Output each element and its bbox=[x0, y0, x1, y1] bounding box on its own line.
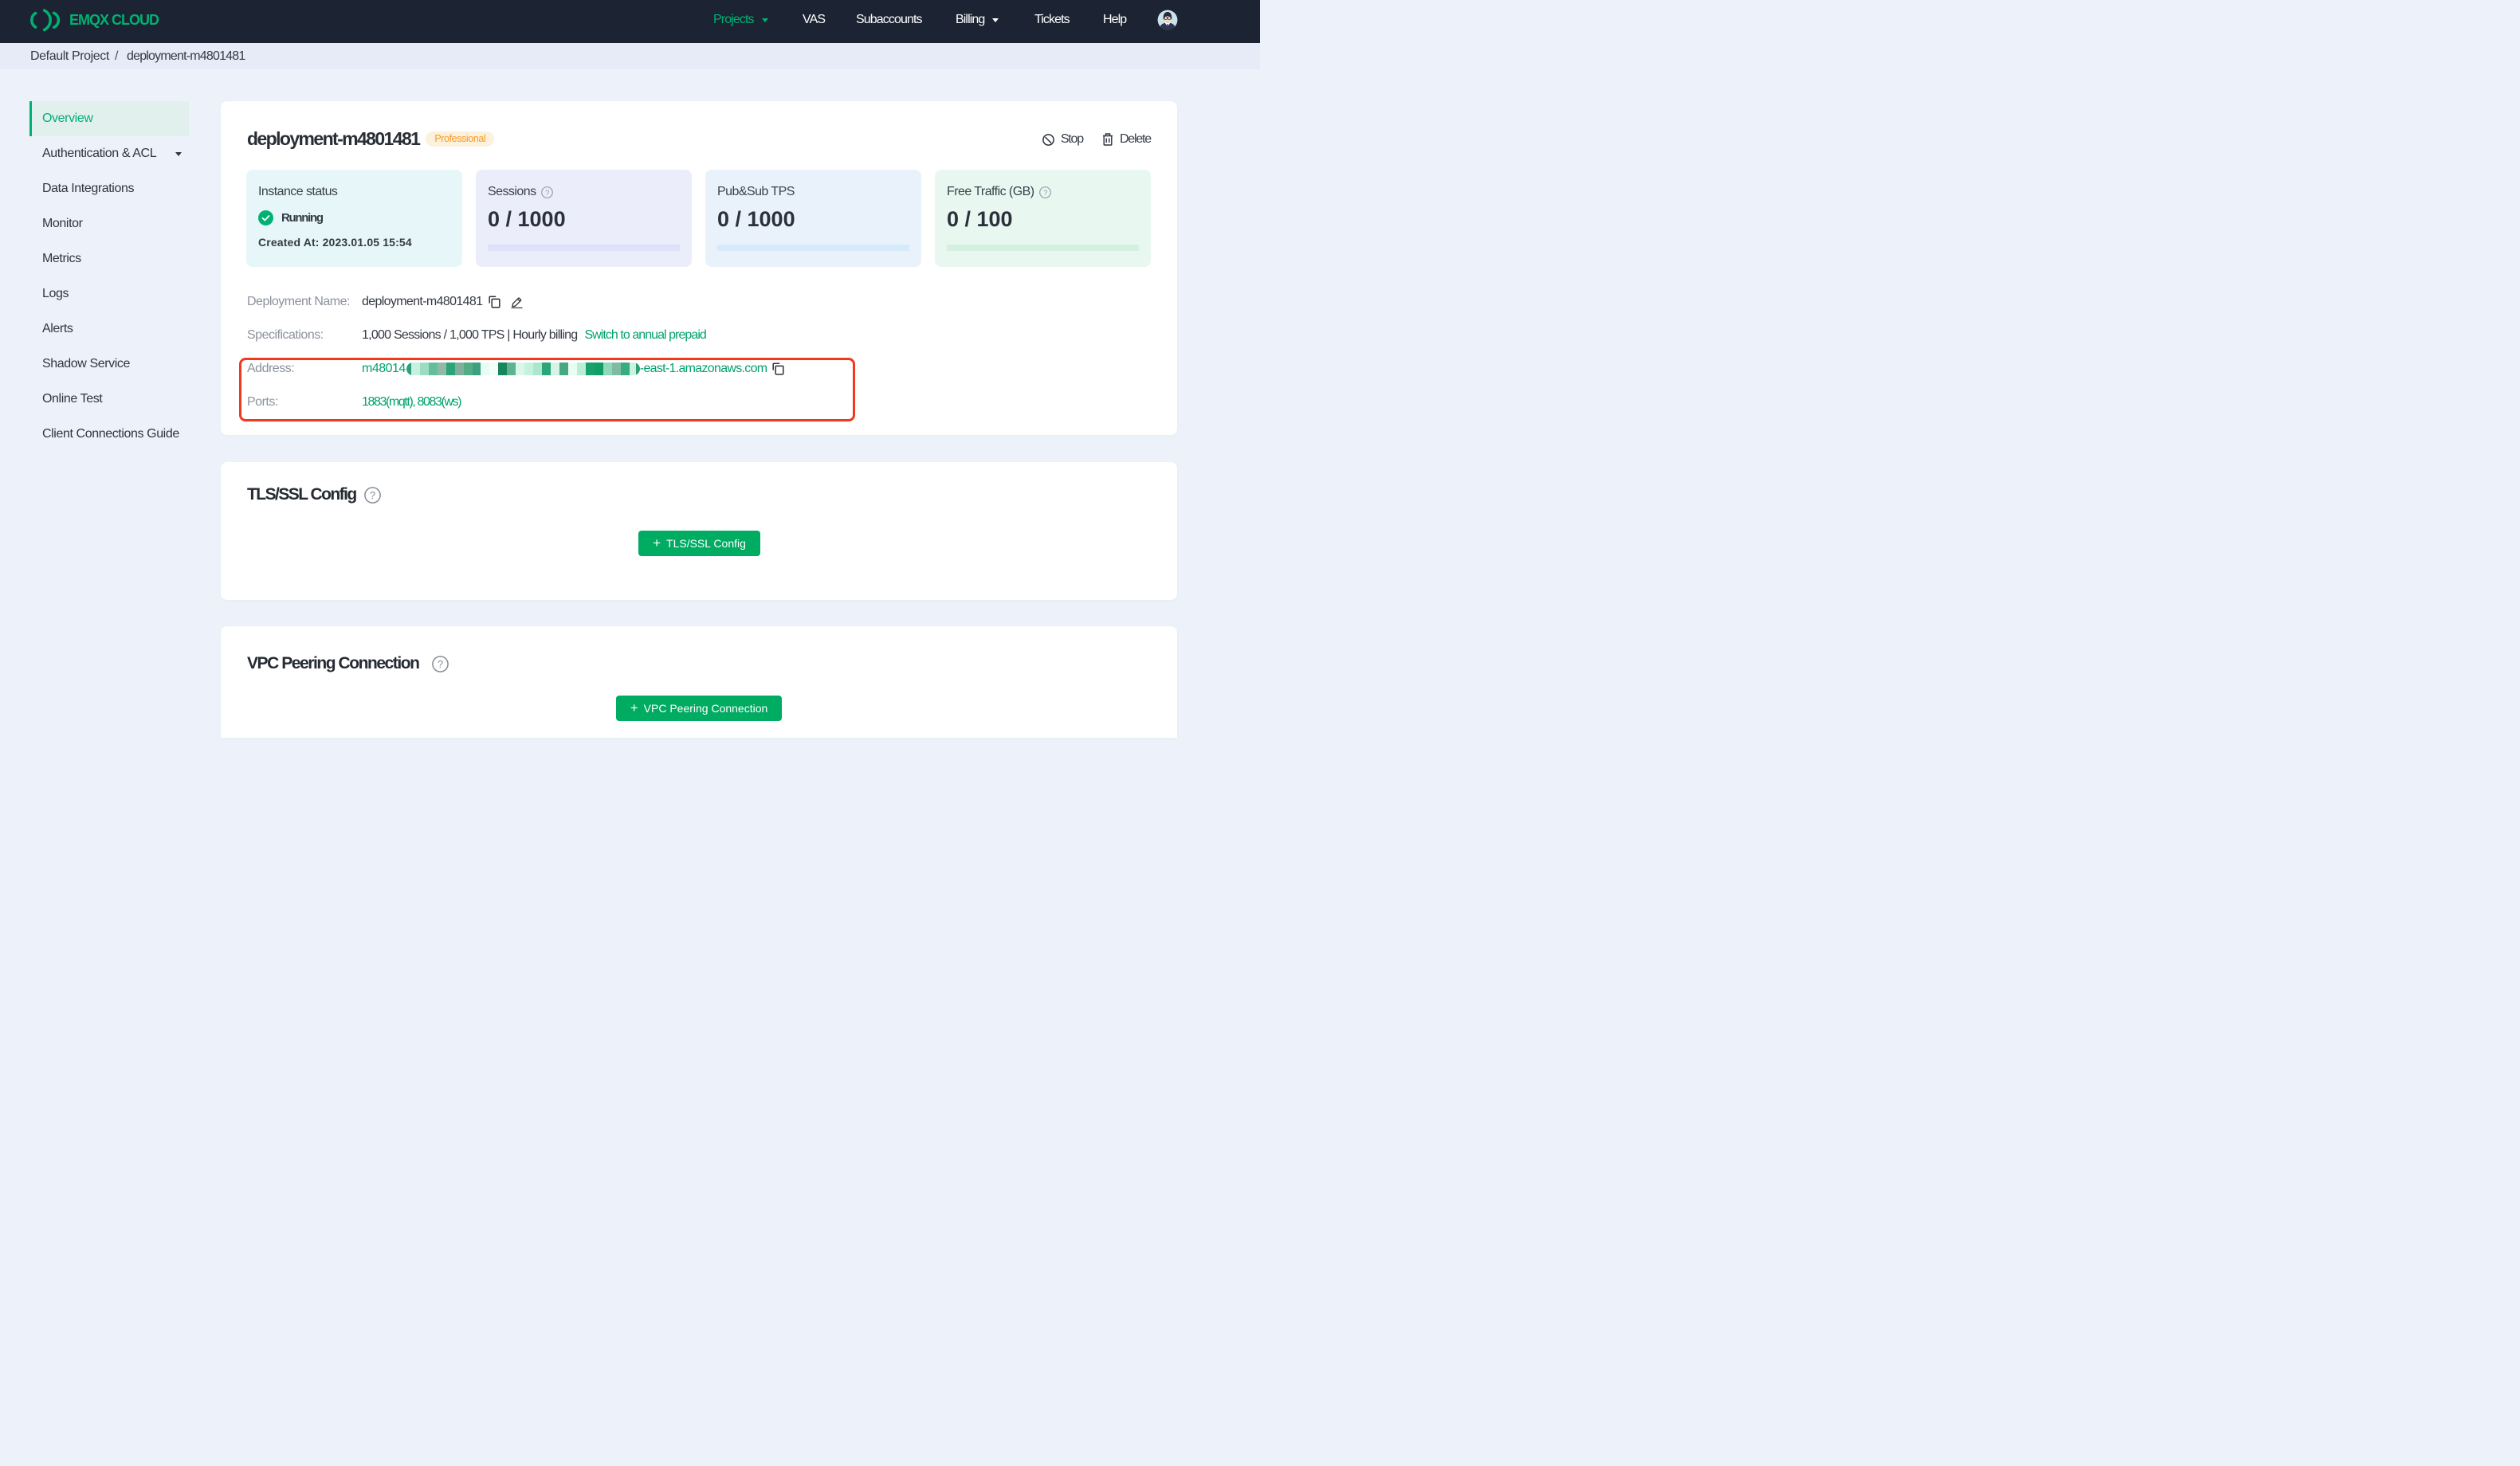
svg-text:?: ? bbox=[1043, 188, 1047, 197]
svg-text:?: ? bbox=[438, 658, 443, 670]
svg-text:?: ? bbox=[370, 489, 375, 501]
svg-text:?: ? bbox=[545, 188, 549, 197]
